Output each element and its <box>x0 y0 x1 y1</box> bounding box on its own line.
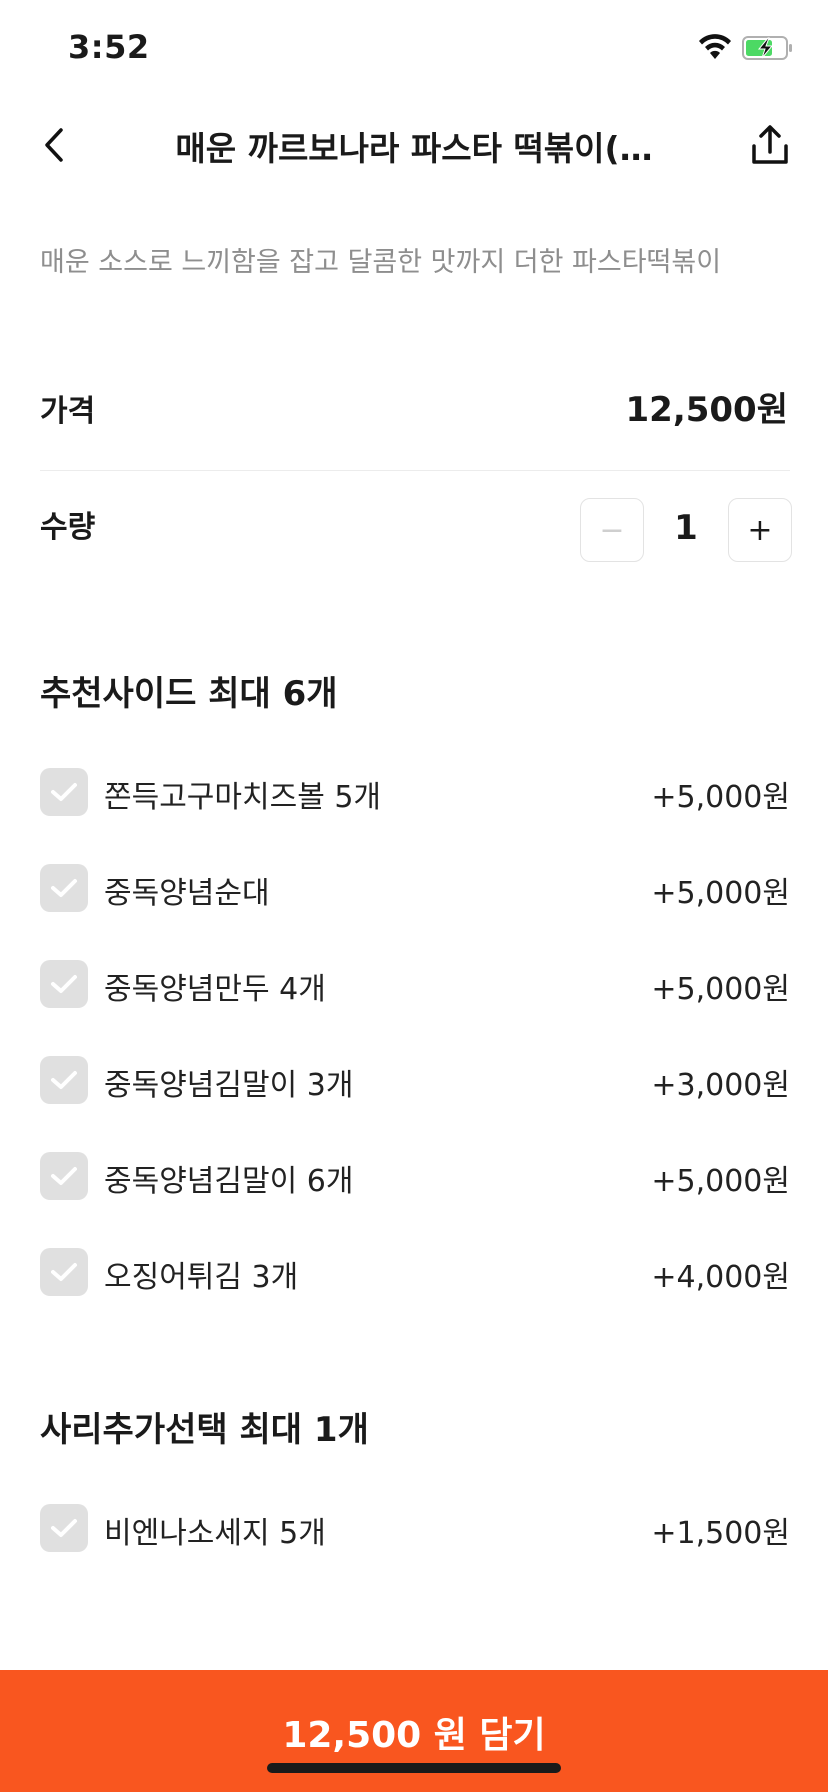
side-option-row[interactable]: 오징어튀김 3개 +4,000원 <box>40 1242 790 1302</box>
wifi-icon <box>699 34 731 59</box>
quantity-value: 1 <box>674 508 698 548</box>
checkbox[interactable] <box>40 1056 88 1104</box>
side-option-row[interactable]: 중독양념김말이 3개 +3,000원 <box>40 1050 790 1110</box>
side-option-row[interactable]: 쫀득고구마치즈볼 5개 +5,000원 <box>40 762 790 822</box>
option-name: 중독양념김말이 6개 <box>104 1164 354 1199</box>
option-price: +5,000원 <box>651 780 790 815</box>
back-button[interactable] <box>30 118 78 172</box>
side-section-title: 추천사이드 최대 6개 <box>40 674 338 714</box>
quantity-plus-button[interactable]: + <box>728 498 792 562</box>
side-option-row[interactable]: 중독양념만두 4개 +5,000원 <box>40 954 790 1014</box>
price-value: 12,500원 <box>625 390 788 430</box>
price-row: 가격 12,500원 <box>40 380 788 440</box>
quantity-minus-button[interactable]: − <box>580 498 644 562</box>
option-name: 중독양념만두 4개 <box>104 972 326 1007</box>
side-option-row[interactable]: 중독양념김말이 6개 +5,000원 <box>40 1146 790 1206</box>
option-name: 오징어튀김 3개 <box>104 1260 299 1295</box>
option-name: 중독양념순대 <box>104 876 270 911</box>
side-option-row[interactable]: 중독양념순대 +5,000원 <box>40 858 790 918</box>
check-icon <box>51 975 77 993</box>
menu-description: 매운 소스로 느끼함을 잡고 달콤한 맛까지 더한 파스타떡볶이 <box>40 247 722 278</box>
checkbox[interactable] <box>40 1248 88 1296</box>
option-price: +3,000원 <box>651 1068 790 1103</box>
check-icon <box>51 1519 77 1537</box>
bottom-bar: 12,500 원 담기 <box>0 1670 828 1792</box>
extra-section-title: 사리추가선택 최대 1개 <box>40 1410 369 1450</box>
add-to-cart-label: 12,500 원 담기 <box>282 1715 546 1756</box>
checkbox[interactable] <box>40 864 88 912</box>
divider <box>40 470 790 471</box>
option-price: +5,000원 <box>651 972 790 1007</box>
home-indicator <box>267 1763 561 1773</box>
checkbox[interactable] <box>40 768 88 816</box>
check-icon <box>51 879 77 897</box>
check-icon <box>51 1071 77 1089</box>
status-bar: 3:52 <box>0 0 828 100</box>
option-price: +1,500원 <box>651 1516 790 1551</box>
extra-option-row[interactable]: 비엔나소세지 5개 +1,500원 <box>40 1498 790 1558</box>
battery-charging-icon <box>742 36 792 60</box>
option-price: +5,000원 <box>651 1164 790 1199</box>
price-label: 가격 <box>40 394 96 429</box>
checkbox[interactable] <box>40 1504 88 1552</box>
quantity-label: 수량 <box>40 510 96 545</box>
checkbox[interactable] <box>40 960 88 1008</box>
option-name: 중독양념김말이 3개 <box>104 1068 354 1103</box>
add-to-cart-button[interactable]: 12,500 원 담기 <box>0 1670 828 1792</box>
chevron-left-icon <box>45 128 63 162</box>
check-icon <box>51 1167 77 1185</box>
share-button[interactable] <box>744 118 796 172</box>
nav-bar: 매운 까르보나라 파스타 떡볶이(… <box>0 100 828 190</box>
option-price: +5,000원 <box>651 876 790 911</box>
check-icon <box>51 1263 77 1281</box>
option-name: 비엔나소세지 5개 <box>104 1516 326 1551</box>
check-icon <box>51 783 77 801</box>
option-name: 쫀득고구마치즈볼 5개 <box>104 780 382 815</box>
quantity-row: 수량 − 1 + <box>40 494 792 564</box>
share-icon <box>752 125 788 164</box>
status-time: 3:52 <box>68 28 150 66</box>
option-price: +4,000원 <box>651 1260 790 1295</box>
page-title: 매운 까르보나라 파스타 떡볶이(… <box>175 129 653 168</box>
checkbox[interactable] <box>40 1152 88 1200</box>
